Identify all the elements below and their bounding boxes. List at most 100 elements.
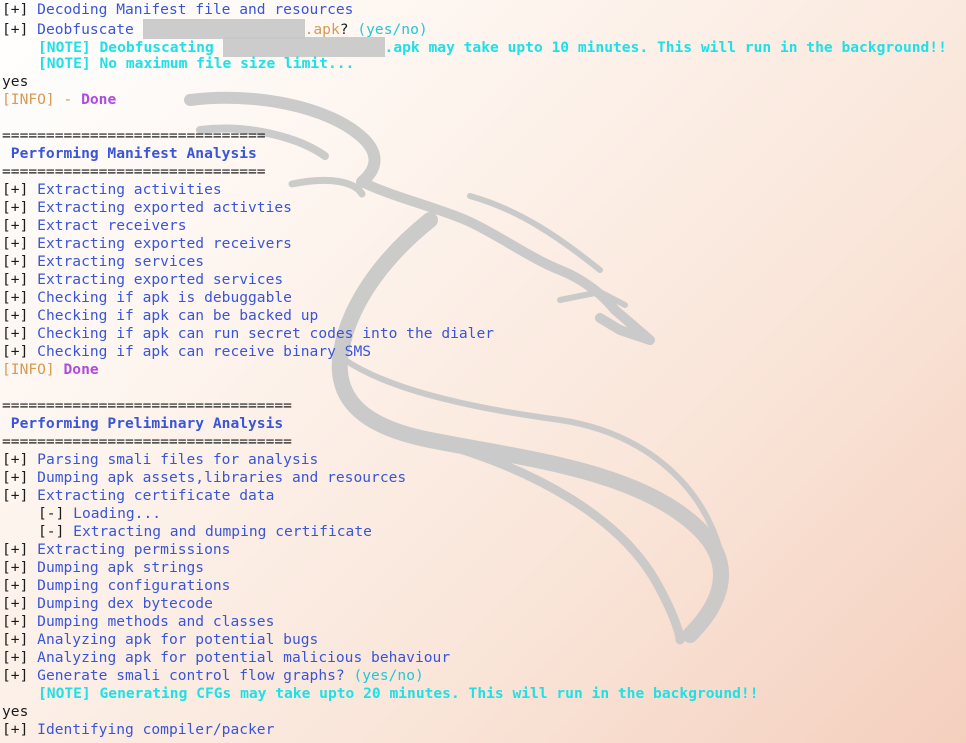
step-text: Extracting services <box>37 253 205 270</box>
question-mark: ? <box>339 21 349 38</box>
terminal-line: ================================= <box>0 433 966 451</box>
section-rule: ============================== <box>2 127 266 144</box>
terminal-line: ============================== <box>0 163 966 181</box>
terminal-line: [+] Dumping apk assets,libraries and res… <box>0 469 966 487</box>
terminal-line: [+] Extracting permissions <box>0 541 966 559</box>
terminal-line: [NOTE] Generating CFGs may take upto 20 … <box>0 685 966 703</box>
section-heading: Performing Preliminary Analysis <box>2 415 284 432</box>
terminal-line: [+] Extracting activities <box>0 181 966 199</box>
terminal-output: [+] Decoding Manifest file and resources… <box>0 1 966 743</box>
info-tag: [INFO] <box>2 91 55 108</box>
terminal-line: [+] Analyzing apk for potential maliciou… <box>0 649 966 667</box>
terminal-line: [+] Extracting exported receivers <box>0 235 966 253</box>
plus-marker: [+] <box>2 253 29 270</box>
section-rule: ================================= <box>2 397 292 414</box>
step-text: Extract receivers <box>37 217 187 234</box>
plus-marker: [+] <box>2 649 29 666</box>
terminal-line: [INFO] Done <box>0 361 966 379</box>
note-tag: [NOTE] <box>38 39 91 56</box>
file-extension: .apk <box>384 39 420 56</box>
info-separator: - <box>63 91 73 108</box>
minus-marker: [-] <box>38 505 65 522</box>
terminal-line: Performing Preliminary Analysis <box>0 415 966 433</box>
terminal-line: [+] Generate smali control flow graphs? … <box>0 667 966 685</box>
step-text: Dumping methods and classes <box>37 613 275 630</box>
plus-marker: [+] <box>2 559 29 576</box>
plus-marker: [+] <box>2 487 29 504</box>
terminal-line: [+] Parsing smali files for analysis <box>0 451 966 469</box>
terminal-line: [+] Checking if apk is debuggable <box>0 289 966 307</box>
terminal-line: [+] Analyzing apk for potential bugs <box>0 631 966 649</box>
redacted-filename <box>142 19 305 39</box>
plus-marker: [+] <box>2 721 29 738</box>
step-text: Extracting permissions <box>37 541 231 558</box>
terminal-line: [NOTE] No maximum file size limit... <box>0 55 966 73</box>
terminal-line: [+] Extract receivers <box>0 217 966 235</box>
step-text: Decoding Manifest file and resources <box>37 1 354 18</box>
terminal-line: [+] Checking if apk can run secret codes… <box>0 325 966 343</box>
note-text: Deobfuscating <box>99 39 214 56</box>
step-text: Checking if apk is debuggable <box>37 289 292 306</box>
terminal-line: Performing Manifest Analysis <box>0 145 966 163</box>
terminal-line: [INFO] - Done <box>0 91 966 109</box>
terminal-line: [+] Checking if apk can be backed up <box>0 307 966 325</box>
prompt-question: Generate smali control flow graphs? <box>37 667 345 684</box>
note-text: No maximum file size limit... <box>99 55 355 72</box>
plus-marker: [+] <box>2 21 29 38</box>
step-text: Checking if apk can receive binary SMS <box>37 343 372 360</box>
step-text: Dumping apk strings <box>37 559 205 576</box>
step-text: Dumping apk assets,libraries and resourc… <box>37 469 407 486</box>
user-input: yes <box>2 703 29 720</box>
substep-text: Extracting and dumping certificate <box>73 523 372 540</box>
step-text: Checking if apk can run secret codes int… <box>37 325 495 342</box>
info-status: Done <box>81 91 117 108</box>
step-text: Parsing smali files for analysis <box>37 451 319 468</box>
plus-marker: [+] <box>2 613 29 630</box>
terminal-line: [+] Dumping dex bytecode <box>0 595 966 613</box>
terminal-line: [+] Deobfuscate .apk? (yes/no) <box>0 19 966 39</box>
terminal-line: [+] Extracting exported services <box>0 271 966 289</box>
plus-marker: [+] <box>2 235 29 252</box>
terminal-line: [-] Loading... <box>0 505 966 523</box>
terminal-line: [+] Dumping apk strings <box>0 559 966 577</box>
step-text: Analyzing apk for potential bugs <box>37 631 319 648</box>
note-text: Generating CFGs may take upto 20 minutes… <box>99 685 759 702</box>
step-text: Identifying compiler/packer <box>37 721 275 738</box>
prompt-question: Deobfuscate <box>37 21 134 38</box>
section-rule: ================================= <box>2 433 292 450</box>
plus-marker: [+] <box>2 667 29 684</box>
prompt-choices: (yes/no) <box>357 21 428 38</box>
plus-marker: [+] <box>2 1 29 18</box>
